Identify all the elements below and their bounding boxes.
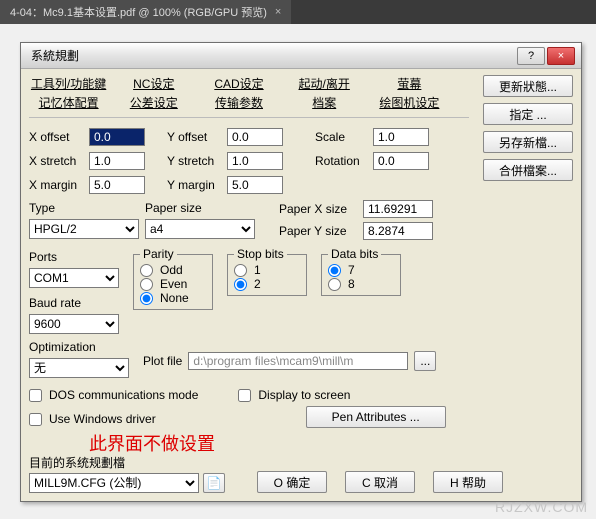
dos-mode-row: DOS communications mode <box>29 388 198 402</box>
scale-label: Scale <box>315 130 377 144</box>
navlink-active[interactable]: 绘图机设定 <box>370 94 449 111</box>
paper-y-input[interactable] <box>363 222 433 240</box>
use-win-driver-checkbox[interactable] <box>29 413 42 426</box>
x-offset-input[interactable] <box>89 128 145 146</box>
dialog-title: 系統規劃 <box>31 47 515 64</box>
pen-attributes-button[interactable]: Pen Attributes ... <box>306 406 446 428</box>
navlink[interactable]: NC设定 <box>114 75 193 92</box>
scale-input[interactable] <box>373 128 429 146</box>
navlink[interactable]: 起动/离开 <box>285 75 364 92</box>
display-screen-checkbox[interactable] <box>238 389 251 402</box>
navlink[interactable]: 工具列/功能鍵 <box>29 75 108 92</box>
y-margin-label: Y margin <box>167 178 229 192</box>
assign-button[interactable]: 指定 ... <box>483 103 573 125</box>
navlink[interactable]: 记忆体配置 <box>29 94 108 111</box>
rotation-input[interactable] <box>373 152 429 170</box>
x-margin-input[interactable] <box>89 176 145 194</box>
app-tab-bar: 4-04：Mc9.1基本设置.pdf @ 100% (RGB/GPU 预览) × <box>0 0 596 24</box>
save-as-button[interactable]: 另存新檔... <box>483 131 573 153</box>
ports-select[interactable]: COM1 <box>29 268 119 288</box>
x-stretch-label: X stretch <box>29 154 91 168</box>
update-status-button[interactable]: 更新狀態... <box>483 75 573 97</box>
optimization-select[interactable]: 无 <box>29 358 129 378</box>
ports-label: Ports <box>29 250 119 264</box>
divider <box>29 117 469 118</box>
stopbits-group: Stop bits 1 2 <box>227 254 307 296</box>
dialog-bottom-bar: 目前的系统规劃檔 MILL9M.CFG (公制) 📄 O 确定 C 取消 H 帮… <box>29 454 573 493</box>
dos-mode-checkbox[interactable] <box>29 389 42 402</box>
x-offset-label: X offset <box>29 130 91 144</box>
y-margin-input[interactable] <box>227 176 283 194</box>
current-file-select[interactable]: MILL9M.CFG (公制) <box>29 473 199 493</box>
stopbits-2-radio[interactable] <box>234 278 247 291</box>
parity-legend: Parity <box>140 247 177 261</box>
use-win-driver-label: Use Windows driver <box>49 412 156 426</box>
titlebar-close-button[interactable]: × <box>547 47 575 65</box>
display-screen-row: Display to screen <box>238 388 350 402</box>
databits-legend: Data bits <box>328 247 381 261</box>
databits-8-radio[interactable] <box>328 278 341 291</box>
offset-params: X offset Y offset Scale X stretch Y stre… <box>29 128 459 194</box>
red-note: 此界面不做设置 <box>89 430 573 456</box>
paper-y-label: Paper Y size <box>279 224 359 238</box>
current-file-label: 目前的系统规劃檔 <box>29 454 239 471</box>
optimization-label: Optimization <box>29 340 129 354</box>
file-open-icon[interactable]: 📄 <box>203 473 225 493</box>
section-nav: 工具列/功能鍵 NC设定 CAD设定 起动/离开 萤幕 记忆体配置 公差设定 传… <box>29 75 449 111</box>
baud-select[interactable]: 9600 <box>29 314 119 334</box>
stopbits-legend: Stop bits <box>234 247 287 261</box>
document-tab-label: 4-04：Mc9.1基本设置.pdf @ 100% (RGB/GPU 预览) <box>10 4 267 20</box>
plot-file-label: Plot file <box>143 354 182 368</box>
watermark: RJZXW.COM <box>495 499 588 515</box>
navlink[interactable]: 档案 <box>285 94 364 111</box>
parity-none-radio[interactable] <box>140 292 153 305</box>
display-screen-label: Display to screen <box>258 388 350 402</box>
x-margin-label: X margin <box>29 178 91 192</box>
databits-7-radio[interactable] <box>328 264 341 277</box>
parity-even-radio[interactable] <box>140 278 153 291</box>
x-stretch-input[interactable] <box>89 152 145 170</box>
type-select[interactable]: HPGL/2 <box>29 219 139 239</box>
help-button[interactable]: H 帮助 <box>433 471 503 493</box>
paper-size-select[interactable]: a4 <box>145 219 255 239</box>
tab-close-icon[interactable]: × <box>275 6 281 18</box>
y-offset-label: Y offset <box>167 130 229 144</box>
type-label: Type <box>29 201 139 215</box>
navlink[interactable]: CAD设定 <box>199 75 278 92</box>
navlink[interactable]: 萤幕 <box>370 75 449 92</box>
parity-group: Parity Odd Even None <box>133 254 213 310</box>
ok-button[interactable]: O 确定 <box>257 471 327 493</box>
use-win-driver-row: Use Windows driver <box>29 412 156 426</box>
cancel-button[interactable]: C 取消 <box>345 471 415 493</box>
navlink[interactable]: 传输参数 <box>199 94 278 111</box>
y-offset-input[interactable] <box>227 128 283 146</box>
stopbits-1-radio[interactable] <box>234 264 247 277</box>
plot-file-input[interactable] <box>188 352 408 370</box>
y-stretch-input[interactable] <box>227 152 283 170</box>
rotation-label: Rotation <box>315 154 377 168</box>
merge-file-button[interactable]: 合併檔案... <box>483 159 573 181</box>
parity-odd-radio[interactable] <box>140 264 153 277</box>
databits-group: Data bits 7 8 <box>321 254 401 296</box>
dialog-titlebar: 系統規劃 ? × <box>21 43 581 69</box>
y-stretch-label: Y stretch <box>167 154 229 168</box>
titlebar-help-button[interactable]: ? <box>517 47 545 65</box>
right-button-column: 更新狀態... 指定 ... 另存新檔... 合併檔案... <box>483 75 573 181</box>
paper-x-input[interactable] <box>363 200 433 218</box>
navlink[interactable]: 公差设定 <box>114 94 193 111</box>
baud-label: Baud rate <box>29 296 119 310</box>
dos-mode-label: DOS communications mode <box>49 388 198 402</box>
paper-size-label: Paper size <box>145 201 255 215</box>
plot-file-browse-button[interactable]: ... <box>414 351 436 371</box>
system-plan-dialog: 系統規劃 ? × 工具列/功能鍵 NC设定 CAD设定 起动/离开 萤幕 记忆体… <box>20 42 582 502</box>
document-tab[interactable]: 4-04：Mc9.1基本设置.pdf @ 100% (RGB/GPU 预览) × <box>0 0 291 24</box>
paper-x-label: Paper X size <box>279 202 359 216</box>
